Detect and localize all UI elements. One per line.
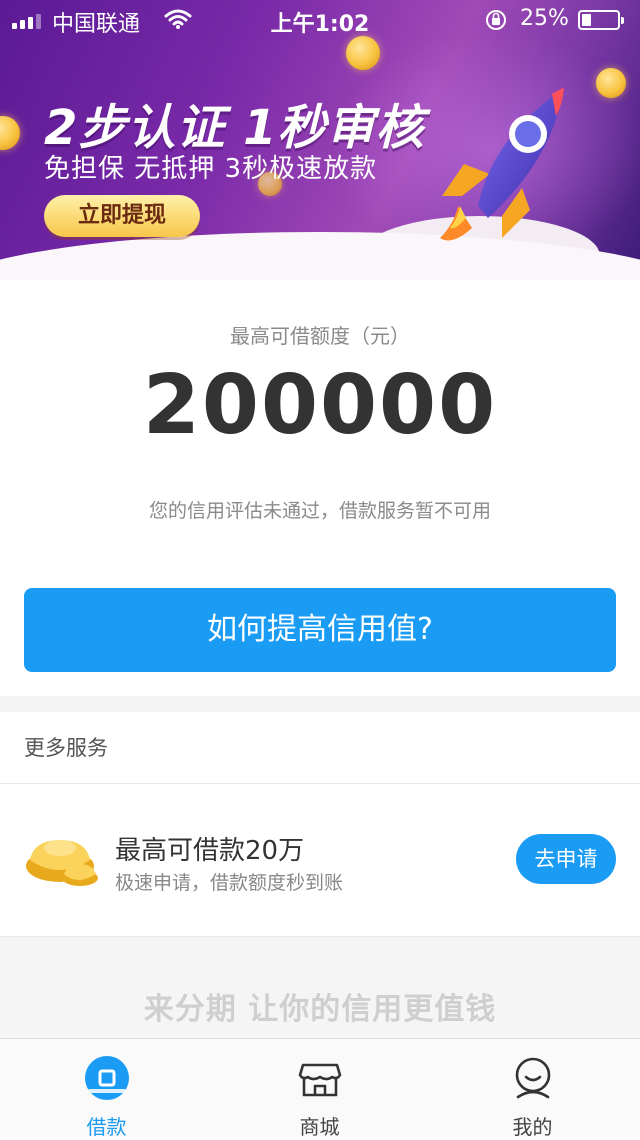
promo-banner[interactable]: 2步认证 1秒审核 免担保 无抵押 3秒极速放款 立即提现: [0, 0, 640, 280]
banner-subline: 免担保 无抵押 3秒极速放款: [44, 154, 378, 184]
store-icon: [298, 1063, 341, 1097]
more-services-title: 更多服务: [24, 736, 108, 760]
service-item[interactable]: 最高可借款20万 极速申请，借款额度秒到账 去申请: [0, 784, 640, 936]
loan-icon: [84, 1056, 129, 1100]
apply-button[interactable]: 去申请: [516, 834, 616, 884]
tab-bar: 借款 商城 我的: [0, 1038, 640, 1139]
gold-ingot-icon: [26, 840, 98, 886]
battery-level: [582, 14, 591, 26]
coin-icon: [596, 68, 626, 98]
slogan: 来分期 让你的信用更值钱: [143, 992, 497, 1027]
coin-icon: [0, 116, 20, 150]
status-bar: 中国联通 上午1:02 25%: [0, 0, 640, 40]
withdraw-now-button[interactable]: 立即提现: [44, 195, 200, 237]
service-subtitle: 极速申请，借款额度秒到账: [115, 872, 344, 894]
coin-icon: [346, 36, 380, 70]
limit-amount: 200000: [142, 358, 498, 453]
section-gap: [0, 696, 640, 712]
credit-status-note: 您的信用评估未通过，借款服务暂不可用: [148, 500, 491, 522]
improve-credit-button[interactable]: 如何提高信用值?: [24, 588, 616, 672]
rotation-lock-icon: [486, 10, 506, 30]
tab-store[interactable]: 商城: [213, 1039, 426, 1139]
service-title: 最高可借款20万: [115, 836, 305, 866]
battery-percent: 25%: [520, 6, 569, 31]
tab-profile[interactable]: 我的: [426, 1039, 639, 1139]
profile-icon: [515, 1057, 550, 1099]
limit-label: 最高可借额度（元）: [230, 324, 410, 348]
battery-icon: [578, 10, 624, 30]
rocket-icon: [440, 88, 564, 241]
tab-loan[interactable]: 借款: [0, 1039, 213, 1139]
